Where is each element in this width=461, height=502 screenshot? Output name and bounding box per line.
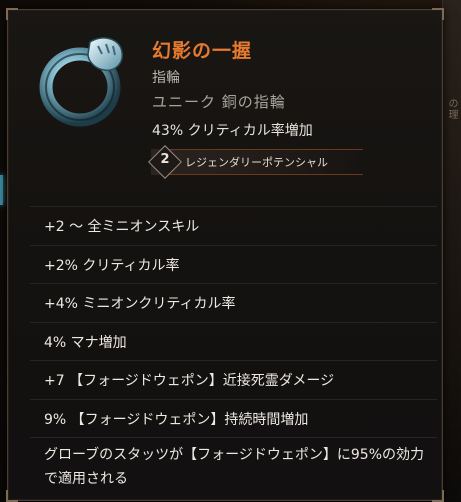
legendary-potential-badge: 2 レジェンダリーポテンシャル: [148, 145, 363, 179]
affix-text: +2 〜 全ミニオンスキル: [44, 219, 200, 235]
potential-number: 2: [160, 152, 170, 167]
item-type: 指輪: [152, 70, 180, 86]
affix-text: 9% 【フォージドウェポン】持続時間増加: [44, 411, 309, 428]
side-panel-edge: の理: [442, 0, 461, 501]
affix-row: +4% ミニオンクリティカル率: [30, 284, 437, 323]
item-name: 幻影の一握: [152, 40, 253, 62]
affix-row: 9% 【フォージドウェポン】持続時間増加: [30, 400, 437, 438]
implicit-stat: 43% クリティカル率増加: [152, 123, 313, 139]
affix-row: +7 【フォージドウェポン】近接死霊ダメージ: [30, 361, 437, 400]
affix-text: 4% マナ増加: [44, 334, 127, 351]
item-tooltip: 幻影の一握 指輪 ユニーク 銅の指輪 43% クリティカル率増加 2 レジェンダ…: [6, 8, 444, 502]
potential-label: レジェンダリーポテンシャル: [185, 156, 328, 169]
corner-ornament: [6, 8, 18, 20]
ring-icon: [39, 37, 123, 127]
affix-row: +2% クリティカル率: [30, 246, 437, 284]
affix-text: +4% ミニオンクリティカル率: [44, 296, 236, 312]
affix-text: グローブのスタッツが【フォージドウェポン】に95%の効力で適用される: [44, 447, 424, 487]
affix-text: +7 【フォージドウェポン】近接死霊ダメージ: [44, 373, 335, 389]
corner-ornament: [6, 490, 18, 502]
affix-row: グローブのスタッツが【フォージドウェポン】に95%の効力で適用される: [30, 438, 437, 498]
item-rarity: ユニーク 銅の指輪: [152, 93, 286, 111]
affix-row: +2 〜 全ミニオンスキル: [30, 206, 437, 246]
affix-row: 4% マナ増加: [30, 323, 437, 361]
affix-list: +2 〜 全ミニオンスキル +2% クリティカル率 +4% ミニオンクリティカル…: [30, 206, 437, 498]
corner-ornament: [432, 8, 444, 20]
side-panel-text: の理: [446, 98, 457, 120]
affix-text: +2% クリティカル率: [44, 257, 180, 274]
cursor-glow: [0, 175, 3, 205]
